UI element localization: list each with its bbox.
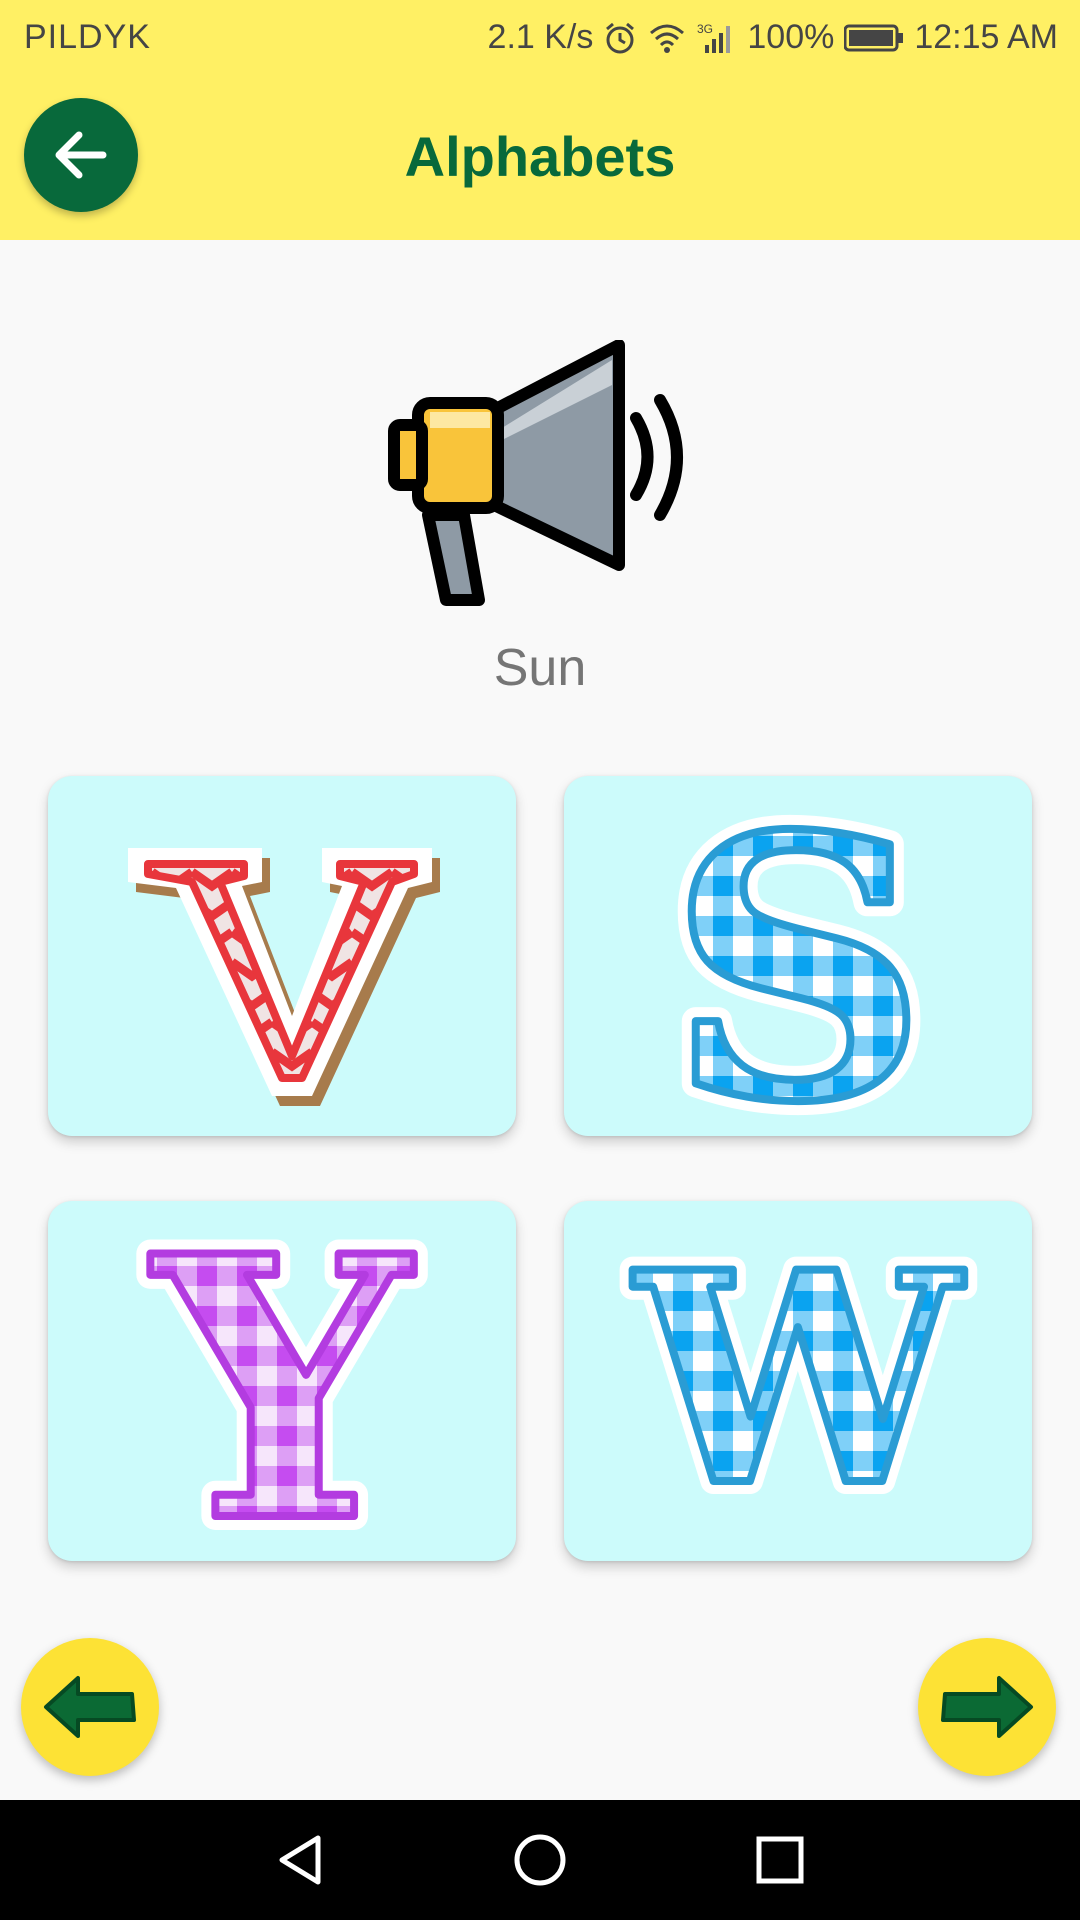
next-button[interactable] (918, 1638, 1056, 1776)
svg-text:Y: Y (148, 1178, 418, 1601)
alarm-icon (606, 22, 635, 53)
previous-button[interactable] (21, 1638, 159, 1776)
letter-v-sticker (128, 848, 440, 1106)
app-bar: Alphabets (0, 74, 1080, 240)
screen: PILDYK 2.1 K/s 3G 100% 12:15 AM Alphabet… (0, 0, 1080, 1920)
wifi-icon (650, 24, 685, 53)
carrier-label: PILDYK (24, 18, 151, 56)
letter-y-sticker: Y Y Y (134, 1164, 432, 1615)
clock: 12:15 AM (914, 18, 1058, 56)
back-triangle-icon[interactable] (270, 1830, 330, 1890)
svg-text:3G: 3G (697, 22, 713, 36)
megaphone-icon (388, 339, 683, 606)
signal-3g-icon: 3G (697, 22, 731, 53)
current-word: Sun (493, 639, 587, 697)
svg-text:W: W (631, 1210, 966, 1550)
letter-card-s[interactable]: S S S (564, 744, 1032, 1195)
arrow-right-icon (941, 1676, 1033, 1738)
speaker-button[interactable] (384, 339, 694, 620)
home-circle-icon[interactable] (510, 1830, 570, 1890)
letter-card-y[interactable]: Y Y Y (48, 1164, 516, 1615)
battery-percent: 100% (747, 18, 835, 56)
recents-square-icon[interactable] (750, 1830, 810, 1890)
battery-icon (844, 24, 904, 51)
letter-s-sticker: S S S (654, 744, 942, 1195)
network-speed: 2.1 K/s (487, 18, 594, 56)
svg-text:S: S (668, 758, 928, 1181)
status-icons: 2.1 K/s 3G 100% 12:15 AM (488, 18, 1058, 57)
arrow-left-icon (44, 1676, 136, 1738)
status-bar: PILDYK 2.1 K/s 3G 100% 12:15 AM (0, 0, 1080, 74)
letter-w-sticker: W W W (618, 1197, 979, 1563)
letter-card-v[interactable] (48, 776, 516, 1136)
system-nav-bar (0, 1800, 1080, 1920)
page-title: Alphabets (404, 125, 676, 188)
letter-card-w[interactable]: W W W (564, 1197, 1032, 1563)
